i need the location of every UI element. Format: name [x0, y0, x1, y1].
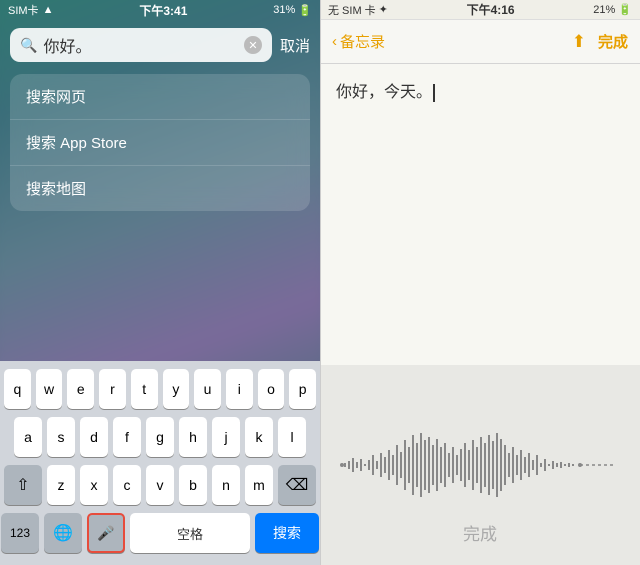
- key-c[interactable]: c: [113, 465, 141, 505]
- note-text: 你好，今天。: [336, 80, 624, 106]
- key-n[interactable]: n: [212, 465, 240, 505]
- key-q[interactable]: q: [4, 369, 31, 409]
- key-t[interactable]: t: [131, 369, 158, 409]
- key-j[interactable]: j: [212, 417, 240, 457]
- right-panel: 无 SIM 卡 ✦ 下午4:16 21% 🔋 ‹ 备忘录 ⬆ 完成 你好，今天。: [320, 0, 640, 565]
- key-l[interactable]: l: [278, 417, 306, 457]
- key-shift[interactable]: ⇧: [4, 465, 42, 505]
- key-s[interactable]: s: [47, 417, 75, 457]
- suggestion-item-appstore[interactable]: 搜索 App Store: [10, 120, 310, 166]
- key-b[interactable]: b: [179, 465, 207, 505]
- keyboard: q w e r t y u i o p a s d f g h j k l ⇧ …: [0, 361, 320, 565]
- clear-button[interactable]: ✕: [244, 36, 262, 54]
- key-h[interactable]: h: [179, 417, 207, 457]
- notes-header: ‹ 备忘录 ⬆ 完成: [320, 20, 640, 64]
- key-y[interactable]: y: [163, 369, 190, 409]
- chevron-left-icon: ‹: [332, 33, 337, 50]
- back-label: 备忘录: [340, 31, 385, 52]
- waveform-done-label[interactable]: 完成: [463, 520, 497, 545]
- key-k[interactable]: k: [245, 417, 273, 457]
- left-panel: SIM卡 ▲ 下午3:41 31% 🔋 🔍 你好。 ✕ 取消 搜索网页 搜索 A…: [0, 0, 320, 565]
- suggestions-box: 搜索网页 搜索 App Store 搜索地图: [10, 74, 310, 211]
- search-input-box[interactable]: 🔍 你好。 ✕: [10, 28, 272, 62]
- keyboard-row-2: a s d f g h j k l: [4, 417, 316, 457]
- sim-status: 无 SIM 卡 ✦: [328, 2, 388, 18]
- key-d[interactable]: d: [80, 417, 108, 457]
- key-p[interactable]: p: [289, 369, 316, 409]
- key-o[interactable]: o: [258, 369, 285, 409]
- key-x[interactable]: x: [80, 465, 108, 505]
- key-w[interactable]: w: [36, 369, 63, 409]
- keyboard-row-3: ⇧ z x c v b n m ⌫: [4, 465, 316, 505]
- keyboard-row-1: q w e r t y u i o p: [4, 369, 316, 409]
- key-z[interactable]: z: [47, 465, 75, 505]
- key-numbers[interactable]: 123: [1, 513, 39, 553]
- panel-divider: [320, 0, 321, 565]
- key-v[interactable]: v: [146, 465, 174, 505]
- suggestion-item-maps[interactable]: 搜索地图: [10, 166, 310, 211]
- cancel-button[interactable]: 取消: [280, 35, 310, 56]
- key-i[interactable]: i: [226, 369, 253, 409]
- key-space[interactable]: 空格: [130, 513, 250, 553]
- status-bar-left: SIM卡 ▲ 下午3:41 31% 🔋: [0, 0, 320, 20]
- status-bar-right: 无 SIM 卡 ✦ 下午4:16 21% 🔋: [320, 0, 640, 20]
- time-display-left: 下午3:41: [139, 2, 187, 19]
- battery-icon-right: 🔋: [618, 3, 632, 16]
- carrier-label: SIM卡: [8, 2, 39, 18]
- time-display-right: 下午4:16: [467, 1, 515, 18]
- notes-content[interactable]: 你好，今天。: [320, 64, 640, 365]
- search-input-text[interactable]: 你好。: [43, 33, 238, 57]
- battery-info-right: 21% 🔋: [593, 3, 632, 16]
- key-globe[interactable]: 🌐: [44, 513, 82, 553]
- no-sim-label: 无 SIM 卡: [328, 2, 376, 18]
- share-button[interactable]: ⬆: [572, 32, 586, 52]
- key-u[interactable]: u: [194, 369, 221, 409]
- search-icon: 🔍: [20, 37, 37, 54]
- waveform-area: 完成: [320, 365, 640, 565]
- key-r[interactable]: r: [99, 369, 126, 409]
- keyboard-row-bottom: 123 🌐 🎤 空格 搜索: [4, 513, 316, 553]
- text-cursor: [433, 84, 435, 102]
- wifi-icon-right: ✦: [379, 3, 388, 16]
- key-g[interactable]: g: [146, 417, 174, 457]
- key-a[interactable]: a: [14, 417, 42, 457]
- battery-percent-left: 31%: [273, 4, 295, 16]
- key-f[interactable]: f: [113, 417, 141, 457]
- battery-info-left: 31% 🔋: [273, 4, 312, 17]
- suggestion-item-webpage[interactable]: 搜索网页: [10, 74, 310, 120]
- key-microphone[interactable]: 🎤: [87, 513, 125, 553]
- key-search[interactable]: 搜索: [255, 513, 319, 553]
- battery-icon-left: 🔋: [298, 4, 312, 17]
- battery-percent-right: 21%: [593, 4, 615, 16]
- waveform-visualization: [340, 425, 620, 505]
- wifi-icon: ▲: [43, 4, 54, 16]
- key-m[interactable]: m: [245, 465, 273, 505]
- carrier-info: SIM卡 ▲: [8, 2, 53, 18]
- notes-actions: ⬆ 完成: [572, 31, 628, 52]
- back-button[interactable]: ‹ 备忘录: [332, 31, 385, 52]
- search-bar-container: 🔍 你好。 ✕ 取消: [0, 20, 320, 70]
- key-e[interactable]: e: [67, 369, 94, 409]
- key-delete[interactable]: ⌫: [278, 465, 316, 505]
- done-button[interactable]: 完成: [598, 31, 628, 52]
